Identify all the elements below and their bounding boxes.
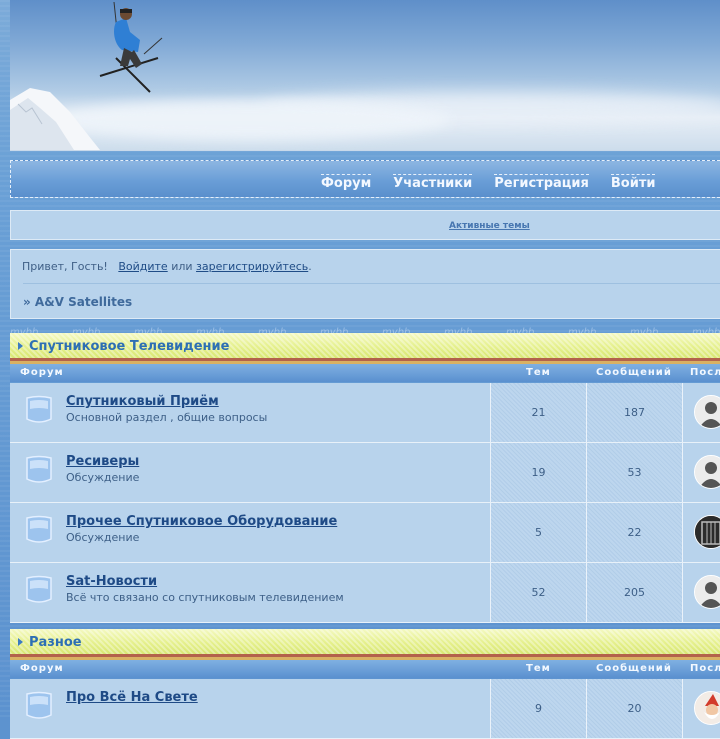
last-post-cell [683,563,720,622]
nav-forum[interactable]: Форум [321,174,372,191]
forum-row: Про Всё На Свете 9 20 [10,679,720,739]
column-last-post: Посл [690,663,720,674]
forum-info-cell: Sat-Новости Всё что связано со спутников… [10,563,491,622]
user-silhouette-icon[interactable] [694,395,720,429]
active-topics-link[interactable]: Активные темы [449,221,530,231]
messages-count: 53 [587,443,683,502]
greeting-prefix: Привет, Гость! [22,260,108,273]
topics-count: 52 [491,563,587,622]
forum-description: Всё что связано со спутниковым телевиден… [66,591,344,604]
forum-bubble-icon [26,691,52,719]
cage-avatar-icon[interactable] [694,515,720,549]
forum-row: Ресиверы Обсуждение 19 53 [10,443,720,503]
welcome-panel: Привет, Гость! Войдите или зарегистрируй… [10,249,720,319]
forum-row: Прочее Спутниковое Оборудование Обсужден… [10,503,720,563]
main-navigation: Форум Участники Регистрация Войти [10,160,720,198]
active-topics-bar: Активные темы [10,210,720,240]
last-post-cell [683,383,720,442]
register-link[interactable]: зарегистрируйтесь [196,260,308,273]
topics-count: 21 [491,383,587,442]
forum-title-link[interactable]: Прочее Спутниковое Оборудование [66,514,337,529]
category-header[interactable]: Спутниковое Телевидение [10,333,720,364]
breadcrumb[interactable]: » A&V Satellites [23,295,132,309]
column-topics: Тем [526,663,551,674]
forum-description: Основной раздел , общие вопросы [66,411,268,424]
forum-bubble-icon [26,455,52,483]
collapse-arrow-icon[interactable] [18,638,23,646]
column-topics: Тем [526,367,551,378]
collapse-arrow-icon[interactable] [18,342,23,350]
forum-bubble-icon [26,395,52,423]
greeting-or: или [171,260,193,273]
messages-count: 205 [587,563,683,622]
messages-count: 20 [587,679,683,738]
column-headers: Форум Тем Сообщений Посл [10,364,720,382]
topics-count: 19 [491,443,587,502]
forum-title-link[interactable]: Sat-Новости [66,574,157,589]
greeting-text: Привет, Гость! Войдите или зарегистрируй… [22,260,312,273]
forum-title-link[interactable]: Про Всё На Свете [66,690,198,705]
mountain-illustration [10,88,100,150]
forum-description: Обсуждение [66,531,140,544]
category-header[interactable]: Разное [10,629,720,660]
forum-info-cell: Спутниковый Приём Основной раздел , общи… [10,383,491,442]
column-headers: Форум Тем Сообщений Посл [10,660,720,678]
last-post-cell [683,443,720,502]
topics-count: 5 [491,503,587,562]
column-forum: Форум [20,367,64,378]
nav-login[interactable]: Войти [610,174,656,191]
forum-row: Спутниковый Приём Основной раздел , общи… [10,383,720,443]
greeting-suffix: . [308,260,312,273]
forum-title-link[interactable]: Ресиверы [66,454,139,469]
forum-title-link[interactable]: Спутниковый Приём [66,394,219,409]
forum-info-cell: Ресиверы Обсуждение [10,443,491,502]
topics-count: 9 [491,679,587,738]
panel-divider [23,283,720,284]
watermark-row: mybb mybb mybb mybb mybb mybb mybb mybb mybb mybb… [10,320,720,334]
messages-count: 22 [587,503,683,562]
nav-members[interactable]: Участники [393,174,473,191]
banner-clouds-front [50,100,450,140]
forum-row: Sat-Новости Всё что связано со спутников… [10,563,720,623]
forum-bubble-icon [26,575,52,603]
forum-info-cell: Про Всё На Свете [10,679,491,738]
category-title[interactable]: Спутниковое Телевидение [29,339,229,354]
user-silhouette-icon[interactable] [694,575,720,609]
skier-illustration [99,1,163,93]
user-silhouette-icon[interactable] [694,455,720,489]
forum-description: Обсуждение [66,471,140,484]
forum-info-cell: Прочее Спутниковое Оборудование Обсужден… [10,503,491,562]
header-banner [10,0,720,151]
login-link[interactable]: Войдите [118,260,167,273]
last-post-cell [683,503,720,562]
column-forum: Форум [20,663,64,674]
column-messages: Сообщений [596,663,672,674]
forum-bubble-icon [26,515,52,543]
last-post-cell [683,679,720,738]
messages-count: 187 [587,383,683,442]
column-messages: Сообщений [596,367,672,378]
column-last-post: Посл [690,367,720,378]
nav-register[interactable]: Регистрация [494,174,589,191]
category-title[interactable]: Разное [29,635,82,650]
